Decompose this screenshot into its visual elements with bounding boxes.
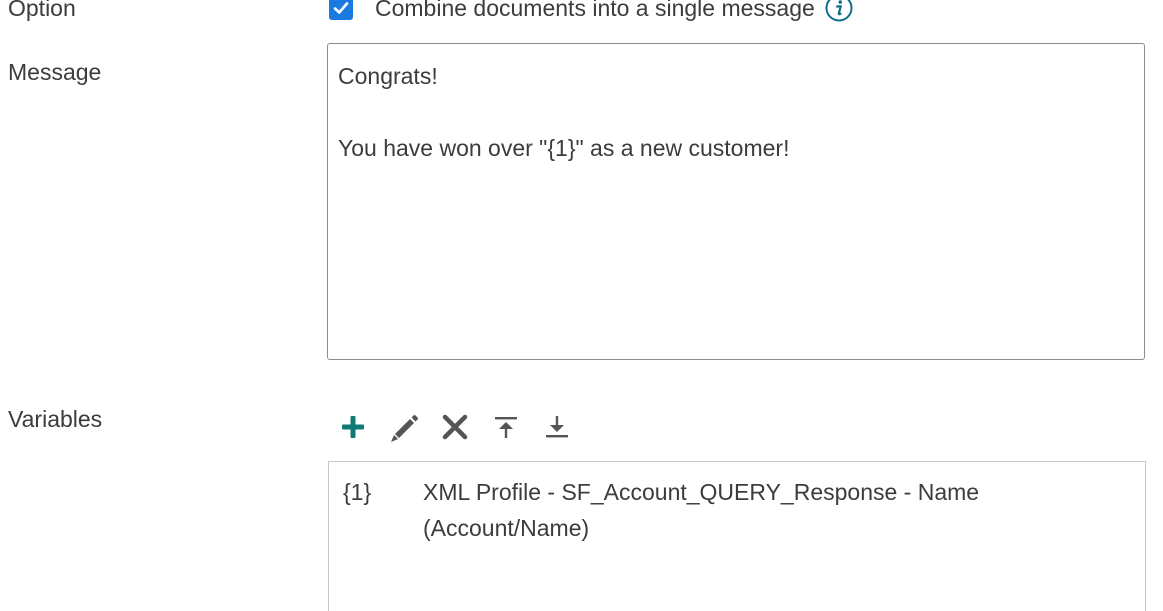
variable-row[interactable]: {1} XML Profile - SF_Account_QUERY_Respo…: [329, 462, 1145, 558]
message-textarea[interactable]: Congrats! You have won over "{1}" as a n…: [327, 43, 1145, 360]
option-label: Option: [8, 0, 76, 21]
x-icon: [442, 414, 468, 440]
combine-documents-checkbox[interactable]: [329, 0, 353, 20]
variables-toolbar: [336, 410, 591, 444]
combine-documents-option: Combine documents into a single message: [329, 0, 853, 22]
variables-list: {1} XML Profile - SF_Account_QUERY_Respo…: [328, 461, 1146, 611]
move-to-bottom-button[interactable]: [540, 410, 574, 444]
variable-value: XML Profile - SF_Account_QUERY_Response …: [423, 479, 980, 541]
delete-variable-button[interactable]: [438, 410, 472, 444]
message-label: Message: [8, 59, 102, 85]
add-variable-button[interactable]: [336, 410, 370, 444]
edit-variable-button[interactable]: [387, 410, 421, 444]
variables-label: Variables: [8, 406, 103, 432]
info-icon[interactable]: [825, 0, 853, 22]
message-shape-config-panel: Option Combine documents into a single m…: [0, 0, 1163, 611]
variable-key: {1}: [343, 479, 372, 505]
arrow-up-to-top-icon: [495, 417, 517, 438]
move-to-top-button[interactable]: [489, 410, 523, 444]
pencil-icon: [391, 415, 418, 442]
checkmark-icon: [333, 2, 349, 14]
plus-icon: [342, 416, 364, 438]
combine-documents-label: Combine documents into a single message: [375, 0, 815, 21]
arrow-down-to-bottom-icon: [546, 416, 568, 438]
